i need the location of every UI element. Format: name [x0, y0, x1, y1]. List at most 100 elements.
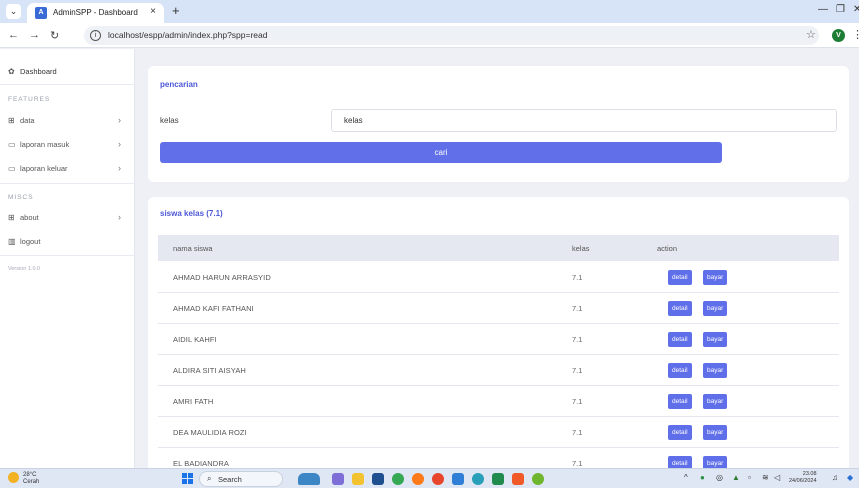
taskbar-search[interactable]: ⌕ Search — [199, 471, 283, 487]
maximize-icon[interactable]: ❐ — [836, 4, 845, 15]
clock-date: 24/06/2024 — [789, 478, 817, 484]
site-info-icon[interactable]: i — [90, 30, 101, 41]
student-name: AIDIL KAHFI — [173, 335, 217, 344]
student-kelas: 7.1 — [572, 335, 583, 344]
back-icon[interactable]: ← — [8, 29, 19, 41]
tray-app-icon[interactable]: ● — [700, 473, 705, 482]
volume-icon[interactable]: ◁ — [774, 473, 780, 482]
sidebar-item-about[interactable]: ⊞ about — [8, 213, 39, 222]
sidebar-item-data[interactable]: ⊞ data — [8, 116, 35, 125]
divider — [0, 84, 135, 85]
bookmark-star-icon[interactable]: ☆ — [806, 28, 816, 41]
bayar-button[interactable]: bayar — [703, 270, 728, 285]
cari-button[interactable]: cari — [160, 142, 722, 163]
sidebar-item-label: data — [20, 116, 35, 125]
firefox-icon[interactable] — [412, 473, 424, 485]
taskbar-search-label: Search — [218, 475, 242, 484]
file-explorer-icon[interactable] — [352, 473, 364, 485]
url-bar[interactable]: i localhost/espp/admin/index.php?spp=rea… — [84, 26, 819, 45]
bayar-button[interactable]: bayar — [703, 456, 728, 468]
tray-app-icon[interactable]: ◎ — [716, 473, 723, 482]
table-row: AHMAD HARUN ARRASYID 7.1 detail bayar — [158, 262, 839, 293]
windows-start-icon[interactable] — [182, 473, 194, 485]
bayar-button[interactable]: bayar — [703, 394, 728, 409]
widget-landscape-icon[interactable] — [298, 473, 320, 485]
chevron-right-icon[interactable]: › — [118, 212, 121, 222]
detail-button[interactable]: detail — [668, 301, 692, 316]
detail-button[interactable]: detail — [668, 270, 692, 285]
table-card-title: siswa kelas (7.1) — [160, 209, 223, 218]
show-hidden-icons-icon[interactable]: ^ — [684, 473, 688, 482]
student-kelas: 7.1 — [572, 366, 583, 375]
bayar-button[interactable]: bayar — [703, 425, 728, 440]
clock-time: 23.08 — [802, 471, 817, 477]
sidebar-item-label: laporan keluar — [20, 164, 68, 173]
detail-button[interactable]: detail — [668, 456, 692, 468]
weather-widget[interactable]: 28°C Cerah — [8, 472, 39, 486]
window-close-icon[interactable]: ✕ — [853, 4, 859, 15]
kelas-input[interactable] — [331, 109, 837, 132]
sidebar-item-logout[interactable]: ▥ logout — [8, 237, 40, 246]
chevron-right-icon[interactable]: › — [118, 139, 121, 149]
weather-status: Cerah — [23, 479, 40, 485]
copilot-tray-icon[interactable]: ◆ — [847, 473, 853, 482]
kelas-label: kelas — [160, 116, 179, 125]
sidebar-item-label: logout — [20, 237, 41, 246]
table-row: ALDIRA SITI AISYAH 7.1 detail bayar — [158, 355, 839, 386]
notification-bell-icon[interactable]: ♫ — [832, 473, 838, 482]
student-name: ALDIRA SITI AISYAH — [173, 366, 246, 375]
copilot-icon[interactable] — [332, 473, 344, 485]
bayar-button[interactable]: bayar — [703, 363, 728, 378]
calendar-icon: ▭ — [8, 164, 16, 173]
bayar-button[interactable]: bayar — [703, 301, 728, 316]
menu-kebab-icon[interactable]: ⋮ — [852, 28, 859, 41]
forward-icon[interactable]: → — [29, 29, 40, 41]
browser-tab[interactable]: A AdminSPP - Dashboard × — [27, 3, 164, 23]
tab-close-icon[interactable]: × — [150, 6, 156, 17]
detail-button[interactable]: detail — [668, 394, 692, 409]
sidebar-item-label: about — [20, 213, 39, 222]
sidebar-item-laporan-keluar[interactable]: ▭ laporan keluar — [8, 164, 68, 173]
calendar-icon: ▭ — [8, 140, 16, 149]
bayar-button[interactable]: bayar — [703, 332, 728, 347]
detail-button[interactable]: detail — [668, 425, 692, 440]
sidebar-item-laporan-masuk[interactable]: ▭ laporan masuk — [8, 140, 69, 149]
student-kelas: 7.1 — [572, 273, 583, 282]
sidebar-item-dashboard[interactable]: ✿ Dashboard — [8, 67, 57, 76]
header-action: action — [657, 244, 678, 253]
profile-avatar[interactable]: V — [832, 29, 845, 42]
student-name: EL BADIANDRA — [173, 459, 229, 468]
xampp-icon[interactable] — [512, 473, 524, 485]
table-header: nama siswa kelas action — [158, 235, 839, 261]
tab-search-chevron-icon[interactable]: ⌄ — [6, 4, 21, 19]
wifi-icon[interactable]: ≋ — [762, 473, 769, 482]
sidebar: ✿ Dashboard FEATURES ⊞ data › ▭ laporan mas… — [0, 49, 135, 468]
detail-button[interactable]: detail — [668, 363, 692, 378]
tray-app-icon[interactable]: ▫ — [748, 473, 751, 482]
student-kelas: 7.1 — [572, 459, 583, 468]
app-icon[interactable] — [432, 473, 444, 485]
palette-icon: ✿ — [8, 67, 15, 76]
table-row: AHMAD KAFI FATHANI 7.1 detail bayar — [158, 293, 839, 324]
chrome-icon[interactable] — [392, 473, 404, 485]
bar-chart-icon: ▥ — [8, 237, 16, 246]
detail-button[interactable]: detail — [668, 332, 692, 347]
table-icon: ⊞ — [8, 213, 15, 222]
divider — [0, 255, 135, 256]
edge-icon[interactable] — [472, 473, 484, 485]
app-icon[interactable] — [452, 473, 464, 485]
terminal-icon[interactable] — [372, 473, 384, 485]
drive-icon[interactable]: ▲ — [732, 473, 740, 482]
minimize-icon[interactable]: — — [818, 4, 828, 15]
favicon-icon: A — [35, 7, 47, 19]
app-icon[interactable] — [532, 473, 544, 485]
new-tab-icon[interactable]: + — [172, 3, 180, 18]
table-icon: ⊞ — [8, 116, 15, 125]
reload-icon[interactable]: ↻ — [50, 29, 59, 42]
app-icon[interactable] — [492, 473, 504, 485]
chevron-right-icon[interactable]: › — [118, 163, 121, 173]
chevron-right-icon[interactable]: › — [118, 115, 121, 125]
taskbar-clock[interactable]: 23.08 24/06/2024 — [789, 471, 817, 485]
table-row: EL BADIANDRA 7.1 detail bayar — [158, 448, 839, 468]
divider — [0, 183, 135, 184]
